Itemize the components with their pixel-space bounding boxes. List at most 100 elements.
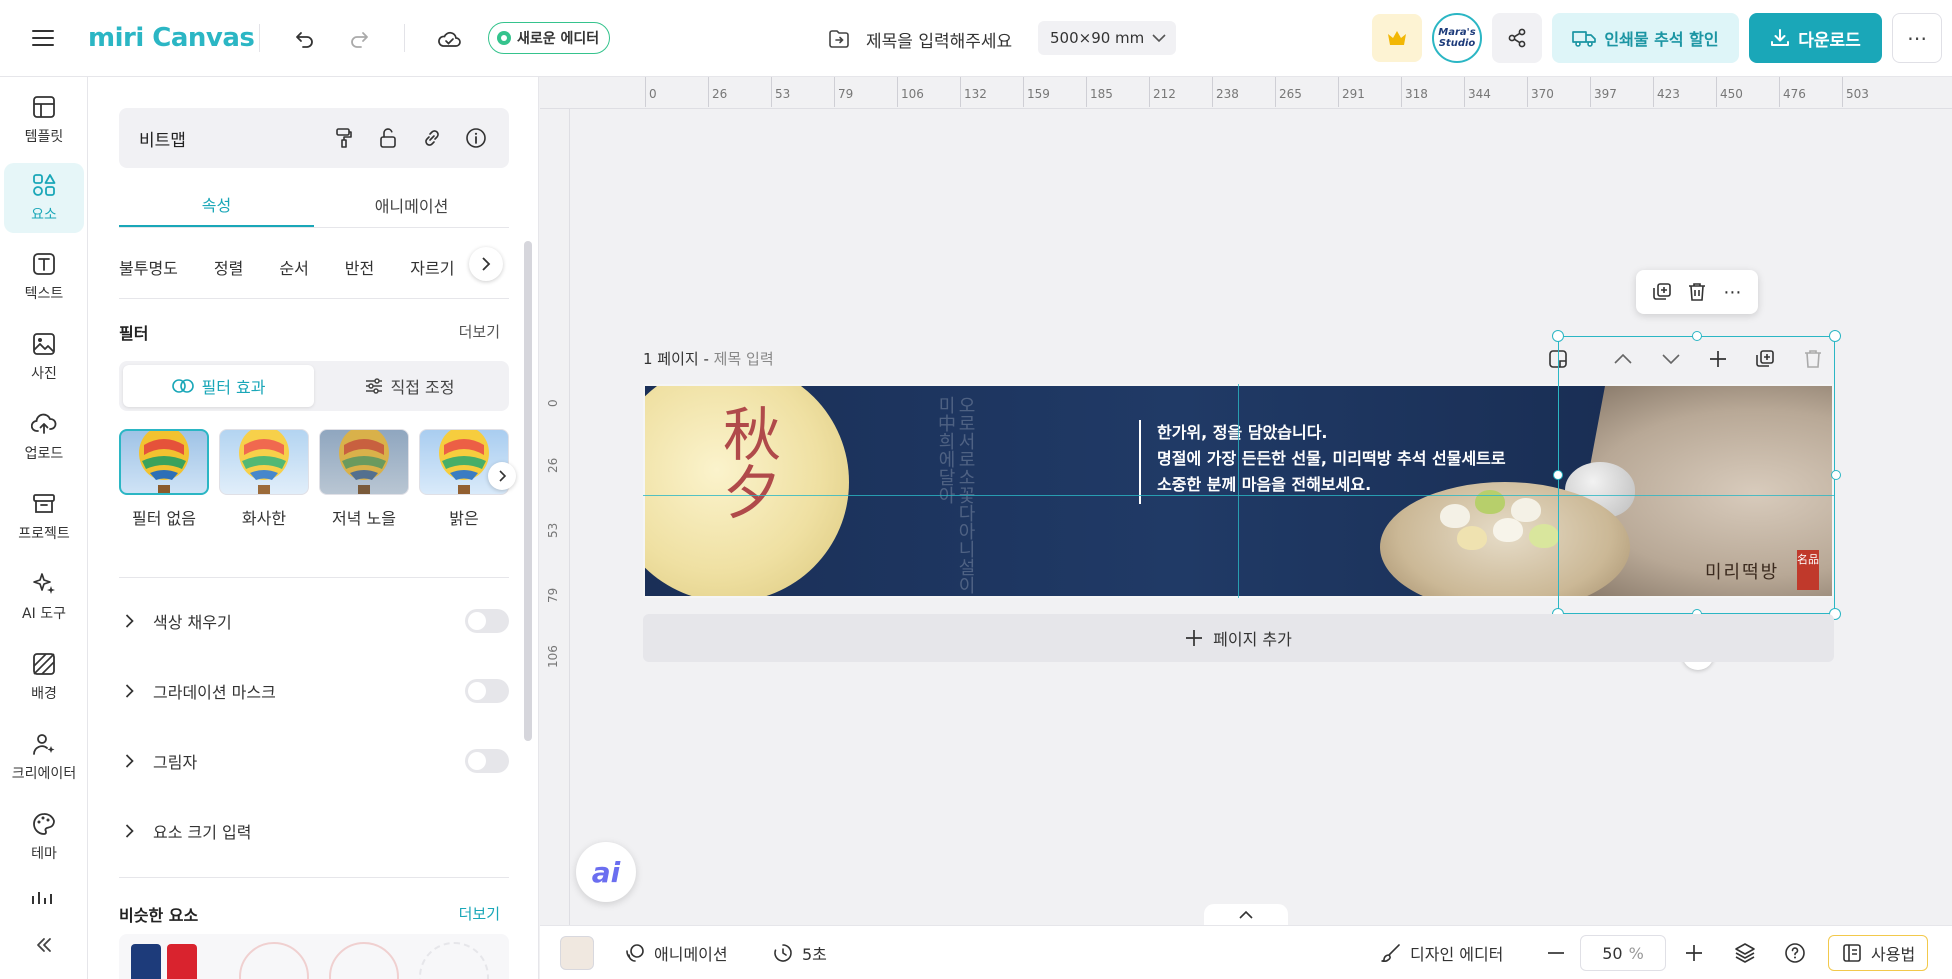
subtab-opacity[interactable]: 불투명도 — [119, 255, 178, 279]
gradient-mask-label: 그라데이션 마스크 — [153, 683, 276, 702]
premium-crown-icon[interactable] — [1372, 14, 1422, 62]
similar-element-thumb[interactable] — [167, 944, 197, 979]
undo-icon[interactable] — [288, 22, 322, 56]
download-button[interactable]: 다운로드 — [1749, 13, 1882, 63]
hanja-title[interactable]: 秋夕 — [711, 404, 783, 520]
element-size-row[interactable]: 요소 크기 입력 — [119, 811, 509, 851]
help-icon[interactable] — [1784, 935, 1806, 971]
filter-more-link[interactable]: 더보기 — [459, 321, 500, 342]
print-sale-button[interactable]: 인쇄물 추석 할인 — [1552, 13, 1739, 63]
rail-item-project[interactable]: 프로젝트 — [4, 482, 84, 552]
manual-adjust-tab[interactable]: 직접 조정 — [314, 365, 505, 407]
subtab-flip[interactable]: 반전 — [345, 255, 374, 279]
tab-animation[interactable]: 애니메이션 — [314, 182, 509, 227]
subtabs-next-icon[interactable] — [469, 247, 503, 281]
rail-label-creator: 크리에이터 — [11, 766, 77, 782]
similar-element-thumb[interactable] — [419, 942, 489, 979]
rail-label-upload: 업로드 — [24, 446, 64, 462]
banner-copy[interactable]: 한가위, 정을 담았습니다. 명절에 가장 든든한 선물, 미리떡방 추석 선물… — [1157, 420, 1506, 498]
resize-handle-w[interactable] — [1553, 470, 1563, 480]
resize-handle-nw[interactable] — [1552, 330, 1564, 342]
ruler-tick: 132 — [960, 77, 987, 107]
subtab-crop[interactable]: 자르기 — [410, 255, 454, 279]
rail-item-upload[interactable]: 업로드 — [4, 402, 84, 472]
page-number-label: 1 페이지 - — [643, 350, 714, 368]
more-options-icon[interactable]: ⋯ — [1719, 279, 1745, 305]
similar-more-link[interactable]: 더보기 — [459, 903, 500, 924]
zoom-input[interactable]: 50 % — [1580, 935, 1666, 971]
color-fill-row[interactable]: 색상 채우기 — [119, 601, 509, 641]
resize-handle-e[interactable] — [1831, 470, 1841, 480]
design-editor-button[interactable]: 디자인 에디터 — [1380, 935, 1503, 971]
more-options-icon[interactable]: ⋯ — [1892, 13, 1942, 63]
songpyeon-image — [1511, 498, 1541, 522]
similar-element-thumb[interactable] — [239, 942, 309, 979]
similar-element-thumb[interactable] — [131, 944, 161, 979]
filter-item-bright[interactable]: 화사한 — [219, 429, 309, 529]
zoom-out-icon[interactable] — [1546, 935, 1566, 971]
resize-handle-n[interactable] — [1692, 331, 1702, 341]
ai-assistant-button[interactable]: ai — [576, 842, 636, 902]
banner-line-1: 한가위, 정을 담았습니다. — [1157, 423, 1328, 442]
avatar[interactable]: Mara's Studio — [1432, 13, 1482, 63]
chart-icon[interactable] — [30, 889, 56, 908]
shadow-toggle[interactable] — [465, 749, 509, 773]
canvas-size-select[interactable]: 500×90 mm — [1038, 21, 1177, 55]
app-logo[interactable]: miri Canvas — [88, 18, 255, 58]
rail-item-background[interactable]: 배경 — [4, 642, 84, 712]
divider — [119, 577, 509, 578]
redo-icon[interactable] — [342, 22, 376, 56]
menu-icon[interactable] — [26, 21, 60, 55]
folder-move-icon[interactable] — [822, 22, 856, 56]
filter-item-sunset[interactable]: 저녁 노을 — [319, 429, 409, 529]
selection-box[interactable] — [1558, 336, 1835, 614]
shadow-row[interactable]: 그림자 — [119, 741, 509, 781]
project-icon — [33, 494, 55, 513]
delete-icon[interactable] — [1684, 279, 1710, 305]
similar-element-thumb[interactable] — [329, 942, 399, 979]
ruler-tick: 53 — [770, 77, 791, 107]
link-icon[interactable] — [419, 125, 445, 151]
filter-effect-tab[interactable]: 필터 효과 — [123, 365, 314, 407]
expand-pages-tab[interactable] — [1204, 904, 1288, 926]
layers-icon[interactable] — [1734, 935, 1756, 971]
chevron-down-icon — [1152, 33, 1166, 42]
creator-icon — [33, 734, 55, 755]
panel-scrollbar[interactable] — [524, 241, 532, 741]
animation-button[interactable]: 애니메이션 — [624, 935, 728, 971]
color-fill-toggle[interactable] — [465, 609, 509, 633]
tab-properties[interactable]: 속성 — [119, 182, 314, 227]
print-sale-label: 인쇄물 추석 할인 — [1604, 30, 1719, 49]
duplicate-icon[interactable] — [1649, 279, 1675, 305]
page-label[interactable]: 1 페이지 - 제목 입력 — [643, 348, 774, 369]
subtab-align[interactable]: 정렬 — [214, 255, 243, 279]
filters-next-icon[interactable] — [488, 462, 516, 490]
collapse-panel-icon[interactable] — [28, 929, 60, 961]
paint-roller-icon[interactable] — [331, 125, 357, 151]
usage-guide-button[interactable]: 사용법 — [1828, 935, 1929, 971]
upload-icon — [31, 413, 57, 434]
rail-item-template[interactable]: 템플릿 — [4, 85, 84, 155]
gradient-mask-toggle[interactable] — [465, 679, 509, 703]
background-color-swatch[interactable] — [560, 935, 594, 971]
cloud-save-icon[interactable] — [432, 22, 466, 56]
page-title-input[interactable]: 제목 입력 — [714, 350, 774, 368]
gradient-mask-row[interactable]: 그라데이션 마스크 — [119, 671, 509, 711]
subtab-order[interactable]: 순서 — [279, 255, 308, 279]
filter-item-none[interactable]: 필터 없음 — [119, 429, 209, 529]
document-title-input[interactable]: 제목을 입력해주세요 — [866, 22, 1012, 56]
rail-item-text[interactable]: 텍스트 — [4, 242, 84, 312]
add-page-button[interactable]: 페이지 추가 — [643, 614, 1834, 662]
info-icon[interactable] — [463, 125, 489, 151]
rail-item-creator[interactable]: 크리에이터 — [4, 722, 84, 792]
zoom-in-icon[interactable] — [1684, 935, 1704, 971]
rail-item-ai-tools[interactable]: AI 도구 — [4, 562, 84, 632]
share-icon[interactable] — [1492, 13, 1542, 63]
rail-item-theme[interactable]: 테마 — [4, 802, 84, 872]
rail-item-photo[interactable]: 사진 — [4, 322, 84, 392]
unlock-icon[interactable] — [375, 125, 401, 151]
new-editor-badge[interactable]: 새로운 에디터 — [488, 22, 611, 54]
resize-handle-ne[interactable] — [1829, 330, 1841, 342]
duration-button[interactable]: 5초 — [772, 935, 827, 971]
rail-item-elements[interactable]: 요소 — [4, 163, 84, 233]
